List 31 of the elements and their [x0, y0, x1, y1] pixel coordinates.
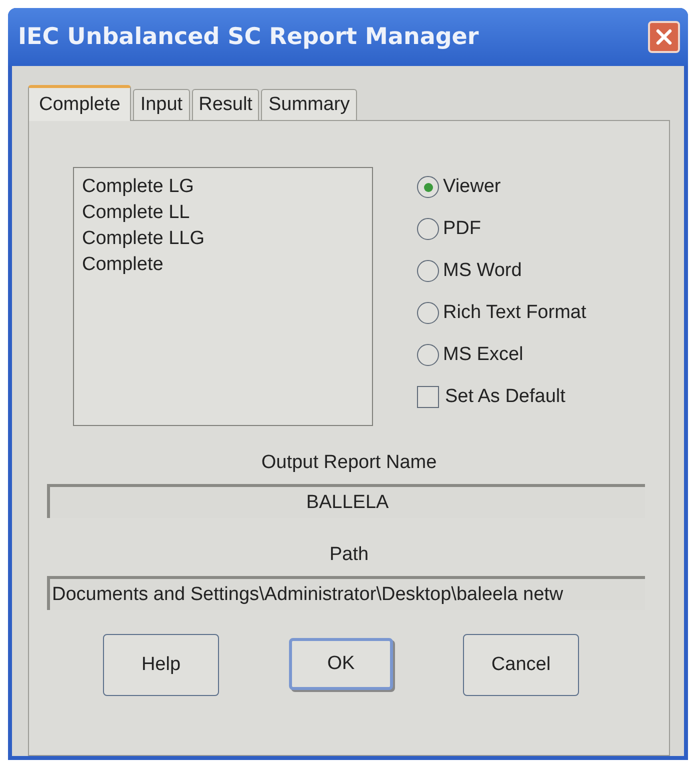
radio-button[interactable] — [417, 176, 439, 198]
option-label: MS Word — [443, 260, 522, 282]
report-list[interactable]: Complete LG Complete LL Complete LLG Complete — [73, 167, 373, 426]
radio-button[interactable] — [417, 260, 439, 282]
option-label: Set As Default — [445, 386, 566, 408]
option-label: MS Excel — [443, 344, 524, 366]
option-label: PDF — [443, 218, 481, 240]
field-label: Path — [328, 544, 370, 566]
report-name-field[interactable]: BALLELA — [47, 484, 645, 518]
list-item[interactable]: Complete — [82, 252, 364, 278]
radio-button[interactable] — [417, 218, 439, 240]
radio-button[interactable] — [417, 302, 439, 324]
tab[interactable]: Result — [192, 89, 260, 120]
window-title: IEC Unbalanced SC Report Manager — [18, 24, 479, 50]
radio-button[interactable] — [417, 344, 439, 366]
field-label: Output Report Name — [260, 452, 438, 474]
path-field[interactable]: Documents and Settings\Administrator\Desktop\baleela netw — [47, 576, 645, 610]
close-button[interactable] — [648, 21, 680, 53]
tab[interactable]: Input — [133, 89, 190, 120]
list-item[interactable]: Complete LG — [82, 174, 364, 200]
close-icon — [654, 27, 674, 47]
dialog-button[interactable]: Help — [103, 634, 219, 696]
checkbox[interactable] — [417, 386, 439, 408]
list-item[interactable]: Complete LLG — [82, 226, 364, 252]
tab[interactable]: Summary — [261, 89, 357, 120]
option-label: Viewer — [443, 176, 501, 198]
list-item[interactable]: Complete LL — [82, 200, 364, 226]
dialog-button[interactable]: Cancel — [463, 634, 579, 696]
option-label: Rich Text Format — [443, 302, 586, 324]
tab[interactable]: Complete — [28, 85, 132, 121]
dialog-button[interactable]: OK — [289, 638, 393, 690]
